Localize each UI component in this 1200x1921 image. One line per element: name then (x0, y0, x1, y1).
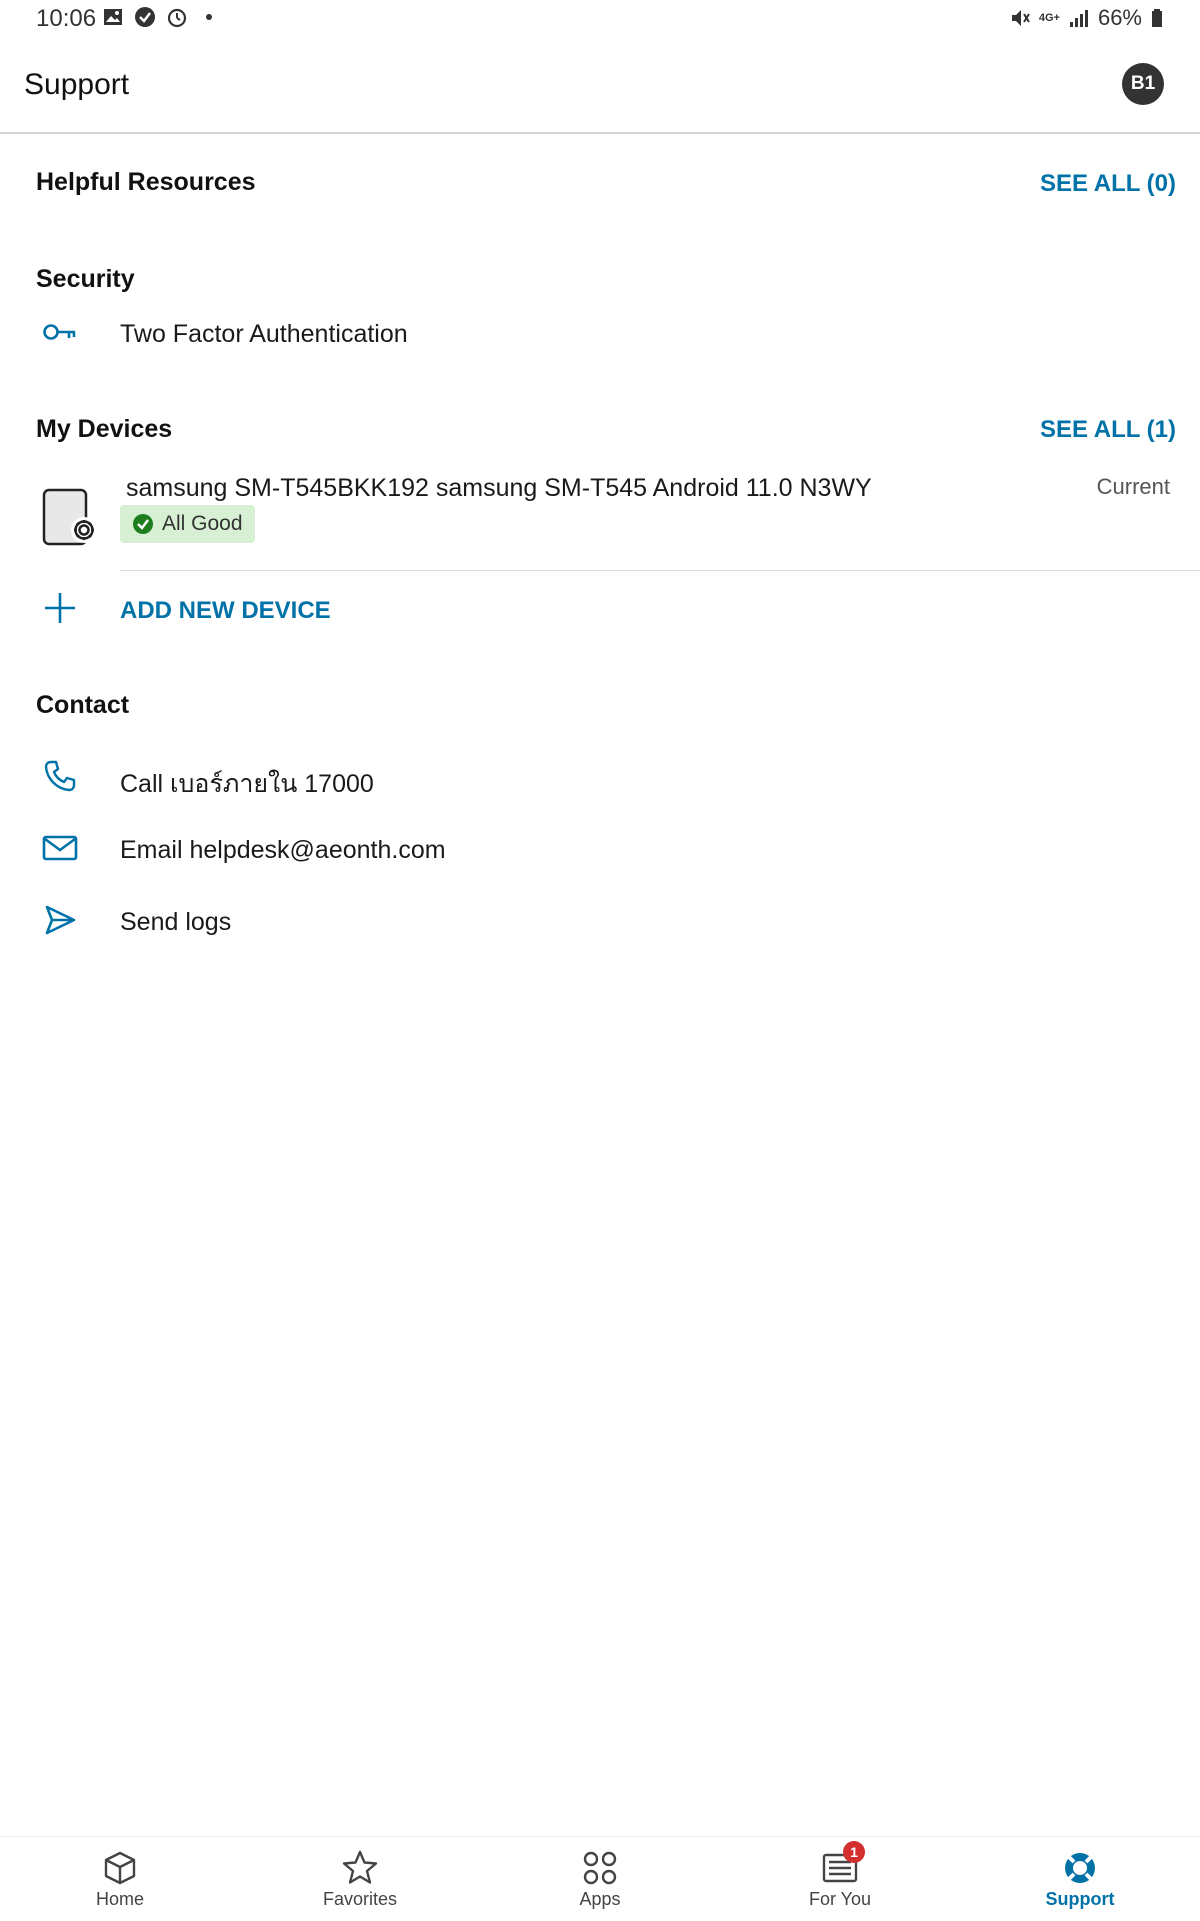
network-label: 4G+ (1038, 12, 1060, 24)
contact-item-send-logs[interactable]: Send logs (0, 896, 1200, 946)
phone-icon (40, 756, 80, 796)
tablet-settings-icon (40, 486, 104, 550)
timer-icon (166, 6, 188, 28)
nav-home-label: Home (95, 1889, 144, 1909)
page-title: Support (24, 68, 130, 101)
device-name: samsung SM-T545BKK192 samsung SM-T545 An… (126, 474, 872, 502)
add-new-device-label: ADD NEW DEVICE (120, 597, 331, 624)
status-bar: 10:06 4G+ 66% (0, 0, 1200, 40)
send-icon (40, 900, 80, 940)
gallery-icon (102, 6, 124, 28)
my-devices-title: My Devices (36, 415, 173, 443)
battery-percent: 66% (1097, 5, 1142, 30)
status-time: 10:06 (36, 5, 97, 32)
check-circle-icon (132, 513, 154, 535)
device-row[interactable]: samsung SM-T545BKK192 samsung SM-T545 An… (0, 460, 1200, 572)
plus-icon (40, 588, 80, 628)
nav-for-you-label: For You (808, 1889, 872, 1909)
news-icon: 1 (819, 1841, 865, 1889)
battery-icon (1150, 7, 1164, 29)
status-badge-label: All Good (162, 512, 243, 535)
nav-support[interactable]: Support (960, 1837, 1200, 1921)
helpful-resources-title: Helpful Resources (36, 168, 256, 196)
mute-icon (1009, 7, 1031, 29)
contact-title: Contact (36, 691, 130, 719)
lifebuoy-icon (1059, 1847, 1101, 1889)
cube-icon (99, 1847, 141, 1889)
security-title: Security (36, 265, 135, 293)
key-icon (40, 312, 80, 352)
add-new-device-button[interactable]: ADD NEW DEVICE (0, 584, 500, 634)
nav-for-you[interactable]: 1 For You (720, 1837, 960, 1921)
bottom-nav: Home Favorites Apps 1 For You Support (0, 1836, 1200, 1921)
mail-icon (40, 828, 80, 868)
security-item-2fa[interactable]: Two Factor Authentication (0, 308, 1200, 360)
see-all-resources-button[interactable]: SEE ALL (0) (1040, 170, 1176, 198)
divider (120, 570, 1200, 571)
check-circle-icon (134, 6, 156, 28)
app-header: Support B1 (0, 40, 1200, 134)
contact-call-label: Call เบอร์ภายใน 17000 (120, 770, 374, 798)
nav-favorites-label: Favorites (322, 1889, 398, 1909)
contact-item-email[interactable]: Email helpdesk@aeonth.com (0, 824, 1200, 874)
star-icon (339, 1847, 381, 1889)
security-item-label: Two Factor Authentication (120, 320, 408, 348)
nav-favorites[interactable]: Favorites (240, 1837, 480, 1921)
see-all-devices-button[interactable]: SEE ALL (1) (1040, 416, 1176, 444)
current-device-tag: Current (1096, 474, 1170, 499)
avatar[interactable]: B1 (1122, 63, 1164, 105)
status-right: 4G+ 66% (1009, 5, 1164, 31)
status-left-icons (102, 6, 220, 28)
notification-badge: 1 (843, 1841, 865, 1863)
contact-item-call[interactable]: Call เบอร์ภายใน 17000 (0, 752, 1200, 802)
nav-support-label: Support (1045, 1889, 1115, 1909)
nav-home[interactable]: Home (0, 1837, 240, 1921)
nav-apps-label: Apps (579, 1889, 621, 1909)
signal-icon (1068, 7, 1090, 29)
status-badge: All Good (120, 505, 255, 543)
dot-icon (198, 6, 220, 28)
nav-apps[interactable]: Apps (480, 1837, 720, 1921)
apps-grid-icon (579, 1847, 621, 1889)
contact-email-label: Email helpdesk@aeonth.com (120, 836, 446, 864)
send-logs-label: Send logs (120, 908, 232, 936)
